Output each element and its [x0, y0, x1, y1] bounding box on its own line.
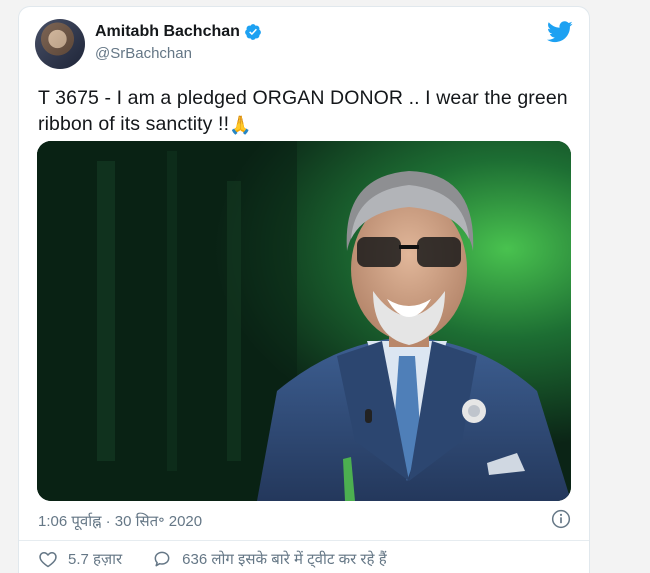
tweet-photo[interactable]: [37, 141, 571, 501]
author-handle[interactable]: @SrBachchan: [95, 45, 192, 62]
folded-hands-emoji: 🙏: [229, 114, 252, 135]
discussion-action[interactable]: 636 लोग इसके बारे में ट्वीट कर रहे हैं: [152, 549, 387, 569]
twitter-bird-icon[interactable]: [547, 21, 573, 43]
info-icon[interactable]: [551, 509, 571, 529]
tweet-text: T 3675 - I am a pledged ORGAN DONOR .. I…: [38, 85, 573, 138]
tweet-text-body: T 3675 - I am a pledged ORGAN DONOR .. I…: [38, 87, 568, 135]
speech-bubble-icon[interactable]: [152, 549, 172, 569]
tweet-timestamp[interactable]: 1:06 पूर्वाह्न · 30 सित॰ 2020: [38, 511, 202, 531]
author-display-name[interactable]: Amitabh Bachchan: [95, 23, 240, 41]
avatar[interactable]: [35, 19, 85, 69]
tweet-actions: 5.7 हज़ार 636 लोग इसके बारे में ट्वीट कर…: [38, 549, 387, 569]
tweet-photo-illustration: [37, 141, 571, 501]
heart-icon[interactable]: [38, 549, 58, 569]
tweet-card: Amitabh Bachchan @SrBachchan T 3675 - I …: [18, 6, 590, 573]
like-action[interactable]: 5.7 हज़ार: [38, 549, 122, 569]
divider: [19, 540, 589, 541]
verified-badge-icon: [245, 24, 261, 40]
like-count: 5.7 हज़ार: [68, 551, 123, 568]
author-name-row: Amitabh Bachchan: [95, 21, 262, 43]
discussion-label: 636 लोग इसके बारे में ट्वीट कर रहे हैं: [182, 551, 387, 568]
